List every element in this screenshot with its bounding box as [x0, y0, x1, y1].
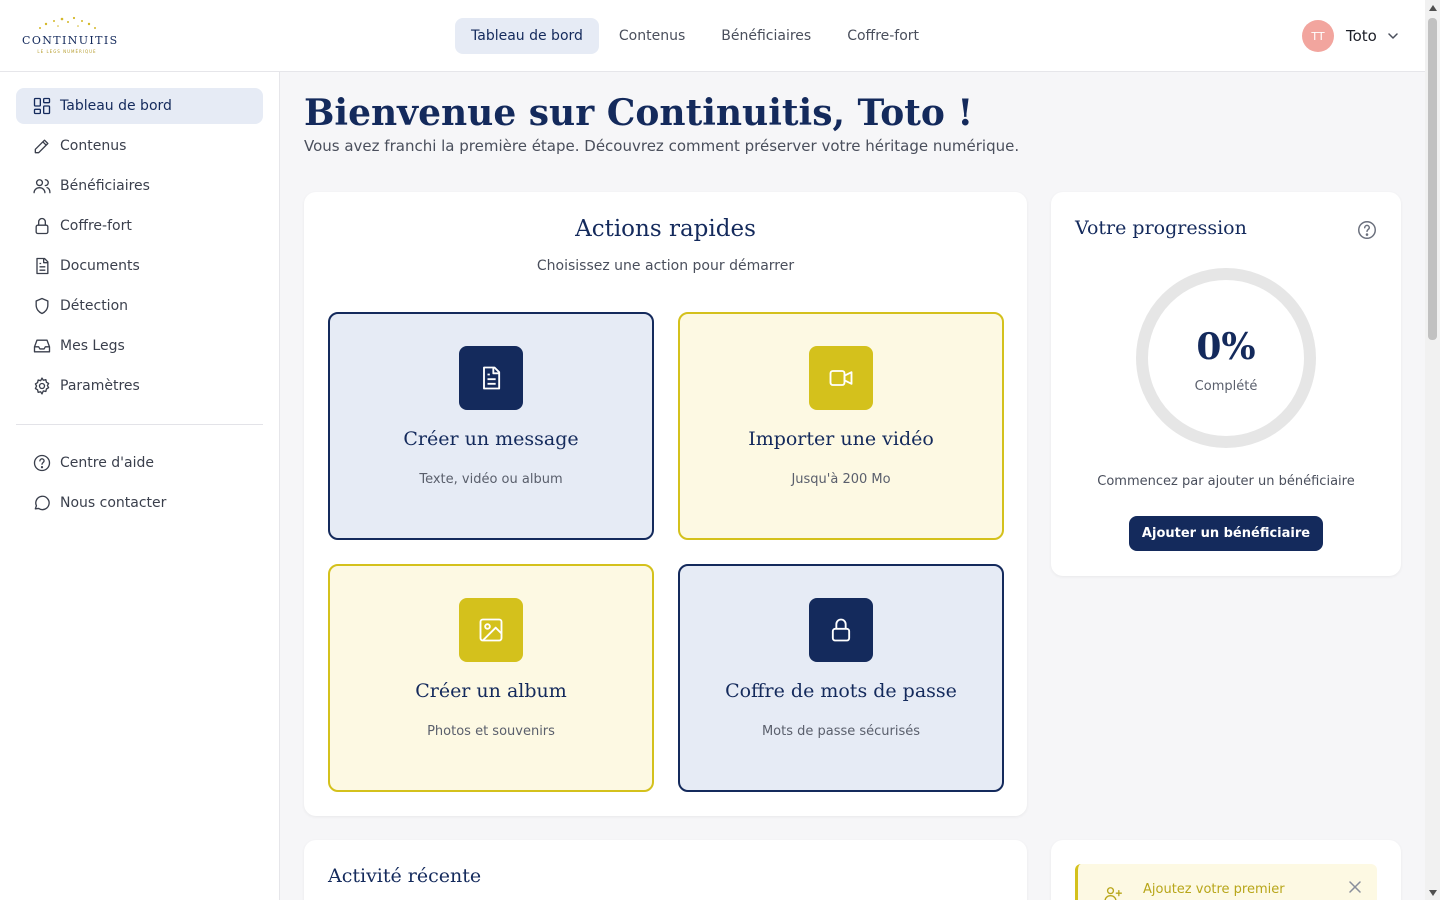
- tile-icon-box: [809, 598, 873, 662]
- tile-subtitle: Jusqu'à 200 Mo: [791, 472, 891, 487]
- sidebar-item-dashboard[interactable]: Tableau de bord: [16, 88, 263, 124]
- sidebar-item-documents[interactable]: Documents: [16, 248, 263, 284]
- user-name: Toto: [1346, 27, 1377, 45]
- quick-actions-card: Actions rapides Choisissez une action po…: [304, 192, 1027, 816]
- logo[interactable]: CONTINUITIS LE LEGS NUMÉRIQUE: [22, 16, 119, 58]
- tile-subtitle: Texte, vidéo ou album: [419, 472, 563, 487]
- user-menu[interactable]: TT Toto: [1302, 20, 1399, 52]
- top-nav: Tableau de bord Contenus Bénéficiaires C…: [455, 18, 935, 54]
- sidebar-item-label: Documents: [60, 258, 140, 274]
- tile-title: Coffre de mots de passe: [725, 680, 957, 702]
- help-circle-icon[interactable]: [1356, 219, 1378, 241]
- tile-title: Créer un message: [403, 428, 579, 450]
- gear-icon: [34, 377, 50, 395]
- sidebar-item-label: Centre d'aide: [60, 455, 154, 471]
- sidebar-item-label: Coffre-fort: [60, 218, 132, 234]
- scroll-up-arrow-icon[interactable]: [1425, 0, 1440, 15]
- image-icon: [479, 618, 503, 642]
- tile-subtitle: Photos et souvenirs: [427, 724, 555, 739]
- sidebar-item-settings[interactable]: Paramètres: [16, 368, 263, 404]
- create-message-tile[interactable]: Créer un message Texte, vidéo ou album: [328, 312, 654, 540]
- sidebar-item-vault[interactable]: Coffre-fort: [16, 208, 263, 244]
- quick-actions-subtitle: Choisissez une action pour démarrer: [536, 258, 795, 274]
- file-text-icon: [483, 366, 501, 390]
- video-icon: [829, 370, 853, 386]
- tile-icon-box: [459, 346, 523, 410]
- sidebar-item-contents[interactable]: Contenus: [16, 128, 263, 164]
- tip-text: Ajoutez votre premier: [1143, 882, 1285, 897]
- close-icon[interactable]: [1348, 880, 1362, 894]
- progress-hint: Commencez par ajouter un bénéficiaire: [1097, 474, 1355, 489]
- document-icon: [36, 257, 49, 275]
- tip-card: Ajoutez votre premier: [1051, 840, 1401, 900]
- sidebar-item-help[interactable]: Centre d'aide: [16, 445, 263, 481]
- chat-icon: [34, 495, 50, 511]
- scrollbar-thumb[interactable]: [1428, 18, 1437, 340]
- tip-banner: Ajoutez votre premier: [1075, 864, 1377, 900]
- sidebar-item-label: Mes Legs: [60, 338, 125, 354]
- recent-activity-title: Activité récente: [328, 865, 482, 887]
- sidebar-item-label: Paramètres: [60, 378, 140, 394]
- shield-icon: [35, 297, 49, 315]
- recent-activity-card: Activité récente: [304, 840, 1027, 900]
- sidebar-main-list: Tableau de bord Contenus Bénéficiaires C…: [16, 88, 263, 408]
- progress-label: Complété: [1194, 379, 1258, 394]
- tile-icon-box: [809, 346, 873, 410]
- sidebar: Tableau de bord Contenus Bénéficiaires C…: [0, 72, 280, 900]
- page-subtitle: Vous avez franchi la première étape. Déc…: [304, 137, 1020, 155]
- sidebar-divider: [16, 424, 263, 425]
- sidebar-item-legacies[interactable]: Mes Legs: [16, 328, 263, 364]
- logo-text: CONTINUITIS: [22, 34, 119, 47]
- password-vault-tile[interactable]: Coffre de mots de passe Mots de passe sé…: [678, 564, 1004, 792]
- scrollbar[interactable]: [1425, 0, 1440, 900]
- inbox-icon: [33, 339, 51, 353]
- sidebar-item-label: Détection: [60, 298, 129, 314]
- progress-percent: 0%: [1196, 326, 1256, 368]
- sidebar-item-label: Bénéficiaires: [60, 178, 150, 194]
- sidebar-item-label: Tableau de bord: [60, 98, 172, 114]
- logo-stars-icon: [39, 16, 96, 29]
- sidebar-item-beneficiaries[interactable]: Bénéficiaires: [16, 168, 263, 204]
- pencil-icon: [34, 139, 49, 154]
- create-album-tile[interactable]: Créer un album Photos et souvenirs: [328, 564, 654, 792]
- lock-icon: [35, 217, 49, 235]
- user-plus-icon: [1104, 887, 1122, 900]
- avatar: TT: [1302, 20, 1334, 52]
- help-circle-icon: [33, 454, 51, 472]
- sidebar-item-label: Contenus: [60, 138, 127, 154]
- lock-icon: [831, 618, 851, 642]
- quick-actions-title: Actions rapides: [575, 216, 756, 242]
- users-icon: [33, 179, 51, 194]
- progress-card: Votre progression 0% Complété Commencez …: [1051, 192, 1401, 576]
- scroll-down-arrow-icon[interactable]: [1425, 885, 1440, 900]
- import-video-tile[interactable]: Importer une vidéo Jusqu'à 200 Mo: [678, 312, 1004, 540]
- sidebar-secondary-list: Centre d'aide Nous contacter: [16, 445, 263, 525]
- sidebar-item-contact[interactable]: Nous contacter: [16, 485, 263, 521]
- dashboard-icon: [33, 97, 51, 115]
- tile-subtitle: Mots de passe sécurisés: [761, 724, 921, 739]
- sidebar-item-label: Nous contacter: [60, 495, 167, 511]
- topnav-dashboard[interactable]: Tableau de bord: [455, 18, 599, 54]
- topnav-vault[interactable]: Coffre-fort: [831, 18, 935, 54]
- topnav-contents[interactable]: Contenus: [603, 18, 701, 54]
- chevron-down-icon: [1388, 33, 1398, 39]
- add-beneficiary-button[interactable]: Ajouter un bénéficiaire: [1129, 516, 1323, 551]
- progress-title: Votre progression: [1075, 217, 1247, 239]
- page-title: Bienvenue sur Continuitis, Toto !: [304, 92, 974, 134]
- tile-title: Créer un album: [415, 680, 567, 702]
- topnav-beneficiaries[interactable]: Bénéficiaires: [705, 18, 827, 54]
- top-header: CONTINUITIS LE LEGS NUMÉRIQUE Tableau de…: [0, 0, 1425, 72]
- tile-icon-box: [459, 598, 523, 662]
- sidebar-item-detection[interactable]: Détection: [16, 288, 263, 324]
- tile-title: Importer une vidéo: [748, 428, 934, 450]
- logo-subtitle: LE LEGS NUMÉRIQUE: [37, 49, 97, 54]
